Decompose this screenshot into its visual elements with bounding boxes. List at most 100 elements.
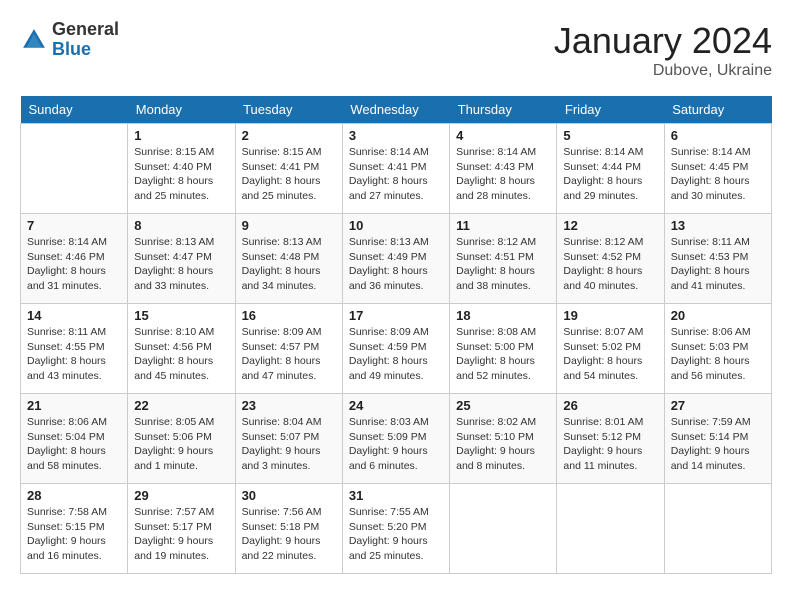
day-number: 30 (242, 488, 336, 503)
day-cell: 26 Sunrise: 8:01 AM Sunset: 5:12 PM Dayli… (557, 394, 664, 484)
day-cell (21, 124, 128, 214)
day-cell: 1Sunrise: 8:15 AM Sunset: 4:40 PM Daylig… (128, 124, 235, 214)
day-number: 25 (456, 398, 550, 413)
logo-text: General Blue (52, 20, 119, 60)
day-cell: 16Sunrise: 8:09 AM Sunset: 4:57 PM Dayli… (235, 304, 342, 394)
location-subtitle: Dubove, Ukraine (554, 62, 772, 80)
day-number: 10 (349, 218, 443, 233)
day-number: 7 (27, 218, 121, 233)
day-info: Sunrise: 8:14 AM Sunset: 4:41 PM Dayligh… (349, 145, 443, 204)
day-number: 11 (456, 218, 550, 233)
day-cell: 25 Sunrise: 8:02 AM Sunset: 5:10 PM Dayli… (450, 394, 557, 484)
day-number: 9 (242, 218, 336, 233)
day-cell: 24 Sunrise: 8:03 AM Sunset: 5:09 PM Dayli… (342, 394, 449, 484)
day-cell: 21 Sunrise: 8:06 AM Sunset: 5:04 PM Dayli… (21, 394, 128, 484)
day-number: 27 (671, 398, 765, 413)
day-cell: 3Sunrise: 8:14 AM Sunset: 4:41 PM Daylig… (342, 124, 449, 214)
week-row-3: 14 Sunrise: 8:11 AM Sunset: 4:55 PM Dayli… (21, 304, 772, 394)
day-info: Sunrise: 8:13 AM Sunset: 4:48 PM Dayligh… (242, 235, 336, 294)
day-number: 20 (671, 308, 765, 323)
logo-icon (20, 26, 48, 54)
day-cell: 10 Sunrise: 8:13 AM Sunset: 4:49 PM Dayli… (342, 214, 449, 304)
day-number: 16 (242, 308, 336, 323)
week-row-1: 1Sunrise: 8:15 AM Sunset: 4:40 PM Daylig… (21, 124, 772, 214)
week-row-4: 21 Sunrise: 8:06 AM Sunset: 5:04 PM Dayli… (21, 394, 772, 484)
day-info: Sunrise: 7:59 AM Sunset: 5:14 PM Dayligh… (671, 415, 765, 474)
day-info: Sunrise: 8:14 AM Sunset: 4:43 PM Dayligh… (456, 145, 550, 204)
day-info: Sunrise: 8:02 AM Sunset: 5:10 PM Dayligh… (456, 415, 550, 474)
day-info: Sunrise: 8:03 AM Sunset: 5:09 PM Dayligh… (349, 415, 443, 474)
day-info: Sunrise: 8:13 AM Sunset: 4:47 PM Dayligh… (134, 235, 228, 294)
weekday-header-monday: Monday (128, 96, 235, 124)
day-cell: 7 Sunrise: 8:14 AM Sunset: 4:46 PM Daylig… (21, 214, 128, 304)
day-info: Sunrise: 8:06 AM Sunset: 5:03 PM Dayligh… (671, 325, 765, 384)
day-info: Sunrise: 7:56 AM Sunset: 5:18 PM Dayligh… (242, 505, 336, 564)
day-number: 29 (134, 488, 228, 503)
weekday-header-friday: Friday (557, 96, 664, 124)
day-number: 31 (349, 488, 443, 503)
day-number: 6 (671, 128, 765, 143)
day-info: Sunrise: 8:13 AM Sunset: 4:49 PM Dayligh… (349, 235, 443, 294)
day-number: 28 (27, 488, 121, 503)
day-cell: 17 Sunrise: 8:09 AM Sunset: 4:59 PM Dayli… (342, 304, 449, 394)
day-cell (664, 484, 771, 574)
day-info: Sunrise: 8:11 AM Sunset: 4:53 PM Dayligh… (671, 235, 765, 294)
day-info: Sunrise: 7:55 AM Sunset: 5:20 PM Dayligh… (349, 505, 443, 564)
logo-general-text: General (52, 20, 119, 40)
day-info: Sunrise: 8:01 AM Sunset: 5:12 PM Dayligh… (563, 415, 657, 474)
day-cell: 28Sunrise: 7:58 AM Sunset: 5:15 PM Dayli… (21, 484, 128, 574)
day-cell (557, 484, 664, 574)
day-cell: 2 Sunrise: 8:15 AM Sunset: 4:41 PM Daylig… (235, 124, 342, 214)
day-cell: 4 Sunrise: 8:14 AM Sunset: 4:43 PM Daylig… (450, 124, 557, 214)
day-number: 24 (349, 398, 443, 413)
day-cell: 27 Sunrise: 7:59 AM Sunset: 5:14 PM Dayli… (664, 394, 771, 484)
day-info: Sunrise: 8:04 AM Sunset: 5:07 PM Dayligh… (242, 415, 336, 474)
day-info: Sunrise: 8:06 AM Sunset: 5:04 PM Dayligh… (27, 415, 121, 474)
day-cell: 20 Sunrise: 8:06 AM Sunset: 5:03 PM Dayli… (664, 304, 771, 394)
day-info: Sunrise: 8:11 AM Sunset: 4:55 PM Dayligh… (27, 325, 121, 384)
day-info: Sunrise: 8:12 AM Sunset: 4:51 PM Dayligh… (456, 235, 550, 294)
month-year-title: January 2024 (554, 20, 772, 62)
day-info: Sunrise: 8:14 AM Sunset: 4:46 PM Dayligh… (27, 235, 121, 294)
weekday-header-row: SundayMondayTuesdayWednesdayThursdayFrid… (21, 96, 772, 124)
day-cell: 29 Sunrise: 7:57 AM Sunset: 5:17 PM Dayli… (128, 484, 235, 574)
weekday-header-saturday: Saturday (664, 96, 771, 124)
day-info: Sunrise: 8:14 AM Sunset: 4:45 PM Dayligh… (671, 145, 765, 204)
weekday-header-thursday: Thursday (450, 96, 557, 124)
day-cell: 8Sunrise: 8:13 AM Sunset: 4:47 PM Daylig… (128, 214, 235, 304)
day-number: 21 (27, 398, 121, 413)
day-info: Sunrise: 8:14 AM Sunset: 4:44 PM Dayligh… (563, 145, 657, 204)
day-cell: 30 Sunrise: 7:56 AM Sunset: 5:18 PM Dayli… (235, 484, 342, 574)
day-number: 12 (563, 218, 657, 233)
day-number: 4 (456, 128, 550, 143)
page-header: General Blue January 2024 Dubove, Ukrain… (20, 20, 772, 80)
day-number: 18 (456, 308, 550, 323)
day-cell: 13 Sunrise: 8:11 AM Sunset: 4:53 PM Dayli… (664, 214, 771, 304)
day-info: Sunrise: 8:15 AM Sunset: 4:41 PM Dayligh… (242, 145, 336, 204)
day-info: Sunrise: 8:08 AM Sunset: 5:00 PM Dayligh… (456, 325, 550, 384)
day-number: 14 (27, 308, 121, 323)
day-cell: 22Sunrise: 8:05 AM Sunset: 5:06 PM Dayli… (128, 394, 235, 484)
logo-blue-text: Blue (52, 40, 119, 60)
day-cell: 23 Sunrise: 8:04 AM Sunset: 5:07 PM Dayli… (235, 394, 342, 484)
weekday-header-sunday: Sunday (21, 96, 128, 124)
day-number: 15 (134, 308, 228, 323)
day-number: 23 (242, 398, 336, 413)
weekday-header-wednesday: Wednesday (342, 96, 449, 124)
day-info: Sunrise: 8:10 AM Sunset: 4:56 PM Dayligh… (134, 325, 228, 384)
day-number: 13 (671, 218, 765, 233)
title-block: January 2024 Dubove, Ukraine (554, 20, 772, 80)
day-number: 19 (563, 308, 657, 323)
day-number: 2 (242, 128, 336, 143)
day-cell: 5Sunrise: 8:14 AM Sunset: 4:44 PM Daylig… (557, 124, 664, 214)
day-cell: 12Sunrise: 8:12 AM Sunset: 4:52 PM Dayli… (557, 214, 664, 304)
day-cell: 15 Sunrise: 8:10 AM Sunset: 4:56 PM Dayli… (128, 304, 235, 394)
day-cell: 14 Sunrise: 8:11 AM Sunset: 4:55 PM Dayli… (21, 304, 128, 394)
day-info: Sunrise: 7:57 AM Sunset: 5:17 PM Dayligh… (134, 505, 228, 564)
day-number: 17 (349, 308, 443, 323)
logo: General Blue (20, 20, 119, 60)
week-row-2: 7 Sunrise: 8:14 AM Sunset: 4:46 PM Daylig… (21, 214, 772, 304)
day-info: Sunrise: 8:09 AM Sunset: 4:59 PM Dayligh… (349, 325, 443, 384)
day-number: 26 (563, 398, 657, 413)
day-info: Sunrise: 8:05 AM Sunset: 5:06 PM Dayligh… (134, 415, 228, 474)
